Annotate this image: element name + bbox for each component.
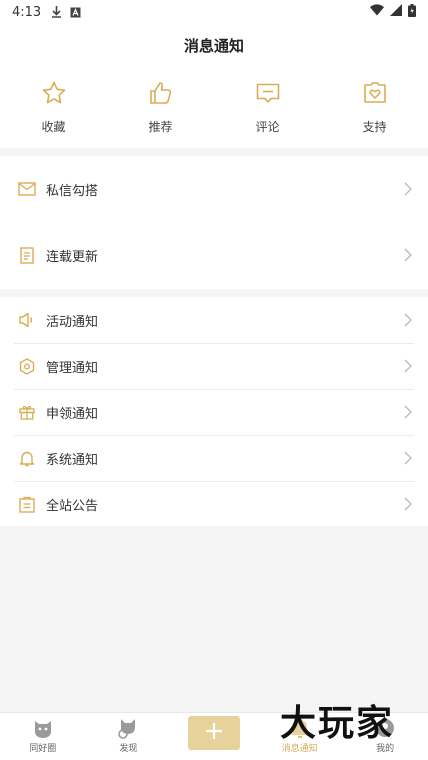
announcement-icon [18, 495, 36, 513]
download-icon [51, 6, 62, 18]
wifi-icon [370, 4, 384, 20]
row-system-notifications[interactable]: 系统通知 [0, 435, 428, 481]
profile-icon [374, 717, 396, 739]
mail-icon [18, 180, 36, 198]
quick-actions: 收藏 推荐 评论 支持 [0, 66, 428, 148]
cat-icon [32, 717, 54, 739]
chevron-right-icon [404, 497, 412, 511]
chevron-right-icon [404, 405, 412, 419]
quick-action-label: 支持 [362, 119, 387, 134]
quick-action-favorites[interactable]: 收藏 [0, 66, 107, 148]
row-label: 管理通知 [46, 360, 99, 376]
row-label: 连载更新 [46, 249, 99, 265]
bell-tab-icon [289, 717, 311, 739]
quick-action-label: 推荐 [148, 119, 173, 134]
quick-action-recommend[interactable]: 推荐 [107, 66, 214, 148]
row-label: 活动通知 [46, 314, 99, 330]
status-time: 4:13 [12, 4, 42, 20]
bottom-tab-bar: 同好圈 发现 消息通知 我的 [0, 712, 428, 760]
plus-icon [205, 722, 223, 744]
tab-discover[interactable]: 发现 [86, 713, 172, 760]
tab-label: 同好圈 [29, 744, 57, 754]
chevron-right-icon [404, 182, 412, 196]
speaker-icon [18, 311, 36, 329]
gift-icon [18, 403, 36, 421]
bell-icon [18, 449, 36, 467]
tab-circle[interactable]: 同好圈 [0, 713, 86, 760]
row-private-messages[interactable]: 私信勾搭 [0, 156, 428, 222]
row-label: 全站公告 [46, 498, 99, 514]
quick-action-label: 收藏 [41, 119, 66, 134]
quick-action-comments[interactable]: 评论 [214, 66, 321, 148]
row-admin-notifications[interactable]: 管理通知 [0, 343, 428, 389]
row-site-announcements[interactable]: 全站公告 [0, 481, 428, 527]
chevron-right-icon [404, 451, 412, 465]
message-group-primary: 私信勾搭 连载更新 [0, 156, 428, 289]
star-icon [41, 80, 67, 110]
chevron-right-icon [404, 359, 412, 373]
battery-icon [408, 3, 416, 21]
row-claim-notifications[interactable]: 申领通知 [0, 389, 428, 435]
tab-label: 消息通知 [281, 744, 318, 754]
page-title: 消息通知 [183, 36, 244, 55]
row-activity-notifications[interactable]: 活动通知 [0, 297, 428, 343]
chevron-right-icon [404, 313, 412, 327]
hexagon-icon [18, 357, 36, 375]
chevron-right-icon [404, 248, 412, 262]
message-group-notifications: 活动通知 管理通知 申领通知 系统通知 全站公告 [0, 297, 428, 526]
quick-action-support[interactable]: 支持 [321, 66, 428, 148]
tab-publish[interactable] [171, 713, 257, 760]
comment-icon [255, 80, 281, 110]
tab-label: 我的 [376, 744, 395, 754]
thumbs-up-icon [148, 80, 174, 110]
row-label: 申领通知 [46, 406, 99, 422]
quick-action-label: 评论 [255, 119, 280, 134]
row-label: 私信勾搭 [46, 183, 99, 199]
discover-icon [117, 717, 139, 739]
support-heart-icon [362, 80, 388, 110]
signal-icon [390, 4, 402, 20]
add-button[interactable] [187, 716, 240, 750]
page-header: 消息通知 [0, 24, 428, 66]
tab-label: 发现 [119, 744, 138, 754]
row-serial-updates[interactable]: 连载更新 [0, 222, 428, 288]
app-notification-icon [70, 7, 81, 18]
row-label: 系统通知 [46, 452, 99, 468]
tab-profile[interactable]: 我的 [342, 713, 428, 760]
status-bar: 4:13 [0, 0, 428, 24]
tab-notifications[interactable]: 消息通知 [257, 713, 343, 760]
document-icon [18, 246, 36, 264]
